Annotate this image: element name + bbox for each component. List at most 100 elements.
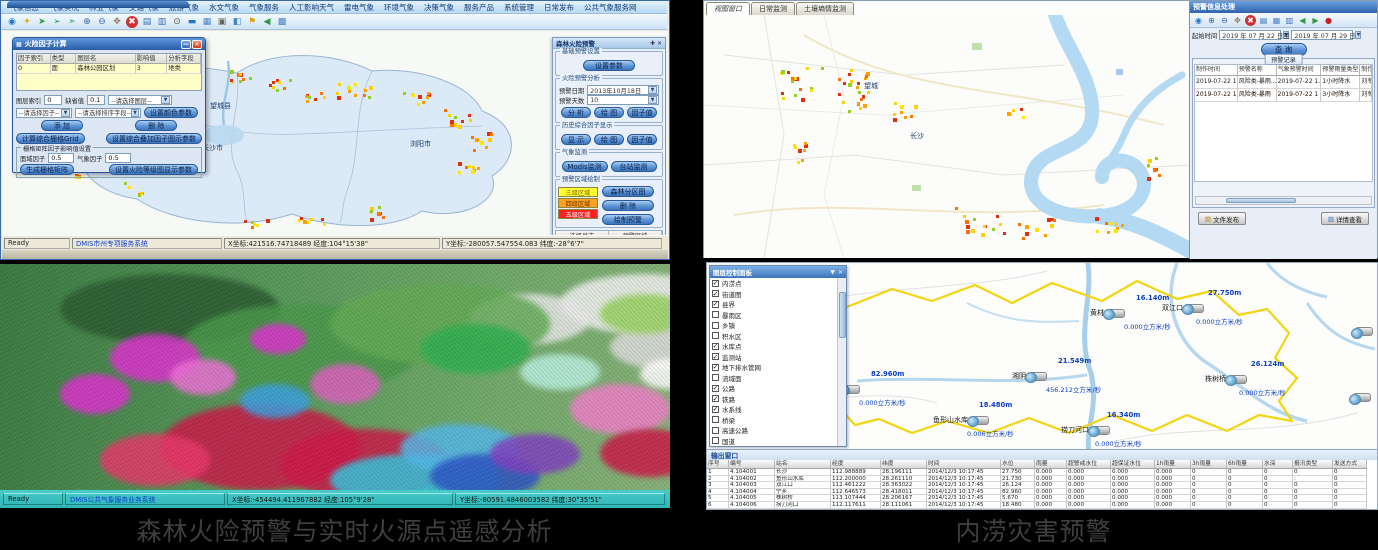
set-level-map-button[interactable]: 设置火险等级图显示参数 <box>109 164 198 175</box>
table-row[interactable]: 0面森林公园区划3地类 <box>17 64 201 74</box>
layer-checkbox[interactable] <box>712 332 719 339</box>
image-view-icon[interactable]: ▦ <box>201 16 213 28</box>
column-header[interactable]: 序号 <box>707 460 729 469</box>
layer-checkbox[interactable]: ✓ <box>712 301 719 308</box>
chevron-down-icon[interactable]: ▼ <box>1355 31 1361 39</box>
history-button[interactable]: 因子值 <box>627 134 657 145</box>
layer-checkbox[interactable]: ✓ <box>712 406 719 413</box>
close-view-icon[interactable]: ✖ <box>1245 15 1256 26</box>
column-header[interactable]: 编号 <box>729 460 775 469</box>
prev-view-icon[interactable]: ➢ <box>51 16 63 28</box>
legend-panel-icon[interactable]: ▤ <box>141 16 153 28</box>
table-row[interactable]: 2019-07-22 1...风险类-暴雨...2019-07-22 1...1… <box>1195 76 1372 89</box>
collapse-icon[interactable]: ▼ <box>830 269 835 276</box>
menu-item[interactable]: 公共气象服务网 <box>580 2 641 13</box>
make-matrix-button[interactable]: 生成栅格矩阵 <box>20 164 74 175</box>
zoom-out-icon[interactable]: ⊖ <box>1219 15 1230 26</box>
layer-checkbox[interactable] <box>712 437 719 444</box>
chevron-down-icon[interactable]: ▼ <box>161 96 170 104</box>
chevron-down-icon[interactable]: ▼ <box>131 109 139 117</box>
column-header[interactable]: 6h雨量 <box>1227 460 1263 469</box>
detail-view-button[interactable]: ▥ 详情查看 <box>1321 212 1369 225</box>
close-icon[interactable]: ✕ <box>657 40 662 47</box>
layer-item[interactable]: ✓公路 <box>710 383 837 394</box>
zone-button[interactable]: 删 除 <box>602 200 654 211</box>
layer-item[interactable]: 高速公路 <box>710 425 837 436</box>
column-header[interactable]: 水位 <box>1001 460 1035 469</box>
tag-icon[interactable]: ✦ <box>21 16 33 28</box>
column-header[interactable]: 1h雨量 <box>1155 460 1191 469</box>
hydrology-map[interactable]: 双江口27.750m0.000立方米/秒黄材16.140m0.000立方米/秒宁… <box>707 263 1377 449</box>
column-header[interactable]: 类型 <box>51 54 77 64</box>
globe-icon[interactable]: ◉ <box>6 16 18 28</box>
chevron-down-icon[interactable]: ▼ <box>648 86 657 94</box>
layer-item[interactable]: ✓内涝点 <box>710 278 837 289</box>
column-header[interactable]: 站名 <box>775 460 831 469</box>
pin-icon[interactable]: ✚ <box>650 40 655 47</box>
export-icon[interactable]: ▩ <box>276 16 288 28</box>
sort-field-select[interactable]: --请选择排序字段--▼ <box>75 108 141 118</box>
chevron-down-icon[interactable]: ▼ <box>61 109 70 117</box>
print-icon[interactable]: ▣ <box>216 16 228 28</box>
set-params-button[interactable]: 设置参数 <box>583 60 635 71</box>
menu-item[interactable]: 环境气象 <box>380 2 418 13</box>
layer-checkbox[interactable]: ✓ <box>712 385 719 392</box>
tab-0[interactable]: 视图窗口 <box>706 2 750 15</box>
warning-records-table[interactable]: 制作时间预警名称气象预警时间预警雨量类型制作人2019-07-22 1...风险… <box>1194 64 1373 182</box>
weather-factor-input[interactable]: 0.5 <box>105 153 131 163</box>
column-header[interactable]: 影响值 <box>136 54 168 64</box>
back-icon[interactable]: ◀ <box>1297 15 1308 26</box>
column-header[interactable]: 超警戒水位 <box>1067 460 1111 469</box>
chevron-down-icon[interactable]: ▼ <box>648 96 657 104</box>
split-view-icon[interactable]: ▥ <box>156 16 168 28</box>
column-header[interactable]: 气象预警时间 <box>1277 65 1322 76</box>
tab-1[interactable]: 日常监测 <box>751 2 795 15</box>
pin-icon[interactable]: ⚑ <box>246 16 258 28</box>
stop-icon[interactable]: ● <box>1323 15 1334 26</box>
layer-checkbox[interactable] <box>712 374 719 381</box>
layer-checkbox[interactable]: ✓ <box>712 343 719 350</box>
zoom-in-icon[interactable]: ⊕ <box>81 16 93 28</box>
legend-panel-icon[interactable]: ▤ <box>1258 15 1269 26</box>
hydro-station-marker[interactable]: 黄材16.140m0.000立方米/秒 <box>1090 296 1220 330</box>
warn-date-select[interactable]: 2013年10月18日▼ <box>587 85 659 95</box>
monitor-button[interactable]: 台站监测 <box>611 161 657 172</box>
layer-item[interactable]: ✓铁路 <box>710 394 837 405</box>
column-header[interactable]: 分析字段 <box>167 54 201 64</box>
vertical-scrollbar[interactable] <box>837 278 846 446</box>
layer-checkbox[interactable] <box>712 416 719 423</box>
column-header[interactable]: 图层名 <box>76 54 135 64</box>
layer-item[interactable]: ✓水系线 <box>710 404 837 415</box>
hydro-station-marker[interactable] <box>1355 315 1377 349</box>
layer-select[interactable]: --请选择图层--▼ <box>108 95 172 105</box>
layer-item[interactable]: 积水区 <box>710 331 837 342</box>
column-header[interactable]: 超保证水位 <box>1111 460 1155 469</box>
layer-item[interactable]: ✓监测站 <box>710 352 837 363</box>
image-view-icon[interactable]: ▦ <box>1271 15 1282 26</box>
column-header[interactable]: 制作时间 <box>1195 65 1238 76</box>
layer-index-input[interactable]: 0 <box>44 95 62 105</box>
table-row[interactable]: 2019-07-22 1风险类-暴雨2019-07-22 13小时降水刘冬 <box>1195 89 1372 102</box>
column-header[interactable]: 预警名称 <box>1238 65 1277 76</box>
layer-checkbox[interactable]: ✓ <box>712 280 719 287</box>
hydro-station-marker[interactable]: 捞刀河口16.340m0.000立方米/秒 <box>1061 413 1191 447</box>
identify-icon[interactable]: ⊙ <box>171 16 183 28</box>
history-button[interactable]: 绘 图 <box>594 134 624 145</box>
basemap-icon[interactable]: ▬ <box>186 16 198 28</box>
layer-item[interactable]: 流域面 <box>710 373 837 384</box>
forward-icon[interactable]: ▶ <box>1310 15 1321 26</box>
table-row[interactable]: 24.104002鱼形山水库112.20000028.2611102014/12… <box>707 476 1377 483</box>
zone-button[interactable]: 森林分区图 <box>602 186 654 197</box>
layer-item[interactable]: 暴雨区 <box>710 310 837 321</box>
menu-item[interactable]: 水文气象 <box>205 2 243 13</box>
hydro-station-marker[interactable]: 株树桥26.124m0.000立方米/秒 <box>1205 362 1335 396</box>
layer-item[interactable]: ✓县界 <box>710 299 837 310</box>
hydro-station-marker[interactable] <box>1353 381 1377 415</box>
area-factor-input[interactable]: 0.5 <box>48 153 74 163</box>
analysis-button[interactable]: 分 析 <box>561 107 591 118</box>
scrollbar-thumb[interactable] <box>1226 198 1296 203</box>
menu-item[interactable]: 雷电气象 <box>340 2 378 13</box>
analysis-button[interactable]: 因子值 <box>627 107 657 118</box>
output-window-bar[interactable]: 输出窗口 <box>707 449 1377 460</box>
layer-checkbox[interactable]: ✓ <box>712 290 719 297</box>
